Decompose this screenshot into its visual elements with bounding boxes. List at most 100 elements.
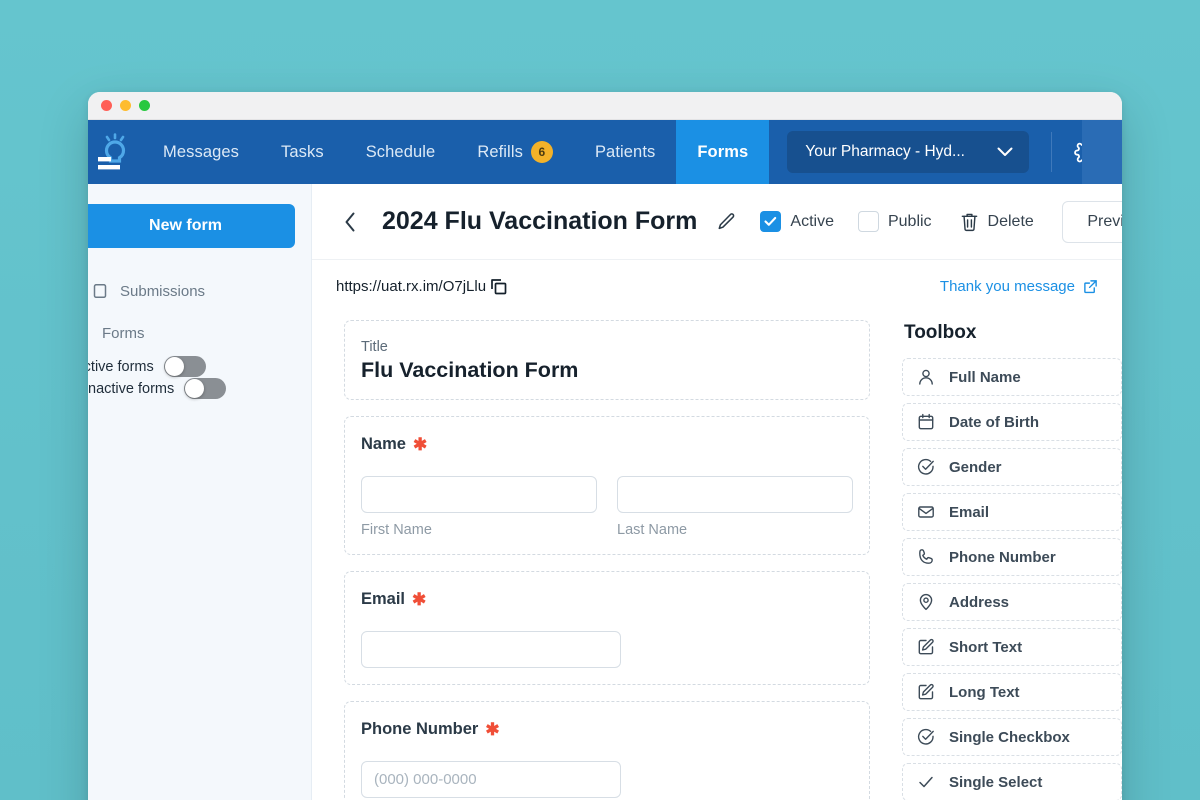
calendar-icon [917, 413, 935, 431]
toggle-row-active-forms[interactable]: Active forms [88, 356, 311, 377]
toggle-row-inactive-forms[interactable]: Inactive forms [88, 378, 311, 399]
toolbox-item-label: Phone Number [949, 548, 1056, 566]
toolbox-item-email[interactable]: Email [902, 493, 1122, 531]
nav-items: Messages Tasks Schedule Refills 6 Patien… [142, 120, 770, 184]
back-button[interactable] [336, 208, 364, 236]
toolbox-item-label: Single Select [949, 773, 1043, 791]
toolbox-item-label: Address [949, 593, 1010, 611]
toolbox-item-short-text[interactable]: Short Text [902, 628, 1122, 666]
public-checkbox-group[interactable]: Public [857, 211, 932, 232]
main-content: 2024 Flu Vaccination Form Active Public … [312, 184, 1122, 800]
nav-item-label: Refills [477, 142, 523, 161]
form-header: 2024 Flu Vaccination Form Active Public … [312, 184, 1122, 260]
last-name-sub-label: Last Name [617, 522, 688, 538]
sidebar: New form Submissions Forms Active forms [88, 184, 312, 800]
toolbox-item-label: Long Text [949, 683, 1020, 701]
last-name-field: Last Name [617, 476, 853, 538]
page-title: 2024 Flu Vaccination Form [382, 207, 698, 235]
active-forms-toggle[interactable] [163, 356, 206, 377]
nav-item-label: Forms [697, 142, 749, 161]
nav-item-label: Schedule [365, 142, 436, 161]
form-canvas: Title Flu Vaccination Form Name ✱ First … [312, 312, 894, 800]
toolbox-item-label: Short Text [949, 638, 1023, 656]
toolbox-title: Toolbox [904, 322, 977, 343]
window-minimize-button[interactable] [120, 100, 131, 111]
active-checkbox[interactable] [760, 211, 782, 232]
active-checkbox-group[interactable]: Active [760, 211, 834, 232]
toolbox-item-label: Date of Birth [949, 413, 1039, 431]
form-title-card[interactable]: Title Flu Vaccination Form [344, 320, 870, 400]
public-checkbox-label: Public [887, 212, 932, 230]
form-title-card-label: Title [361, 339, 388, 355]
toolbox-item-long-text[interactable]: Long Text [902, 673, 1122, 711]
nav-item-label: Messages [163, 142, 240, 161]
nav-item-messages[interactable]: Messages [142, 120, 260, 184]
form-url-bar: https://uat.rx.im/O7jLlu Thank you messa… [312, 260, 1122, 312]
field-label-text: Email [361, 590, 406, 608]
sidebar-section-label: Forms [102, 324, 145, 342]
chevron-down-icon [997, 147, 1013, 157]
edit-square-icon [917, 638, 935, 656]
check-circle-icon [917, 458, 935, 476]
toolbox-item-full-name[interactable]: Full Name [902, 358, 1122, 396]
map-pin-icon [917, 593, 935, 611]
field-label-text: Name [361, 435, 406, 453]
nav-item-forms[interactable]: Forms [676, 120, 770, 184]
edit-square-icon [917, 683, 935, 701]
toolbox-item-single-select[interactable]: Single Select [902, 763, 1122, 800]
toggle-label-inactive-forms: Inactive forms [88, 380, 175, 397]
toolbox-item-address[interactable]: Address [902, 583, 1122, 621]
check-circle-icon [917, 728, 935, 746]
delete-button[interactable]: Delete [960, 212, 1034, 232]
toolbox-item-phone-number[interactable]: Phone Number [902, 538, 1122, 576]
toolbox-item-date-of-birth[interactable]: Date of Birth [902, 403, 1122, 441]
inactive-forms-toggle[interactable] [184, 378, 227, 399]
field-label-email: Email ✱ [361, 590, 853, 609]
first-name-sub-label: First Name [361, 522, 432, 538]
field-label-name: Name ✱ [361, 435, 853, 454]
screen-background: Messages Tasks Schedule Refills 6 Patien… [0, 0, 1200, 800]
nav-right-group: Your Pharmacy - Hyd... [769, 120, 1122, 184]
form-field-name[interactable]: Name ✱ First Name Last Name [344, 416, 870, 555]
nav-divider [1051, 132, 1053, 172]
toolbox-panel: Toolbox Full Name Date of Birth Gender E… [894, 312, 1122, 800]
window-maximize-button[interactable] [139, 100, 150, 111]
nav-item-refills[interactable]: Refills 6 [456, 120, 574, 184]
sidebar-item-label: Submissions [120, 282, 206, 300]
public-checkbox[interactable] [857, 211, 879, 232]
new-form-button-label: New form [149, 217, 222, 234]
last-name-input[interactable] [617, 476, 853, 513]
edit-title-button[interactable] [717, 212, 736, 231]
window-close-button[interactable] [101, 100, 112, 111]
thank-you-message-label: Thank you message [939, 277, 1075, 295]
top-navigation-bar: Messages Tasks Schedule Refills 6 Patien… [88, 120, 1122, 184]
brand-logo[interactable] [88, 120, 142, 184]
required-asterisk-icon: ✱ [412, 590, 427, 609]
pharmacy-selector[interactable]: Your Pharmacy - Hyd... [787, 131, 1030, 173]
copy-url-button[interactable] [488, 276, 509, 297]
first-name-input[interactable] [361, 476, 597, 513]
toolbox-item-label: Gender [949, 458, 1002, 476]
nav-item-patients[interactable]: Patients [574, 120, 676, 184]
email-input[interactable] [361, 631, 621, 668]
form-field-phone[interactable]: Phone Number ✱ (000) 000-0000 [344, 701, 870, 800]
preview-button[interactable]: Preview [1061, 200, 1122, 243]
form-builder: Title Flu Vaccination Form Name ✱ First … [312, 312, 1122, 800]
toolbox-item-gender[interactable]: Gender [902, 448, 1122, 486]
delete-button-label: Delete [987, 212, 1034, 230]
nav-item-label: Patients [594, 142, 656, 161]
toolbox-item-single-checkbox[interactable]: Single Checkbox [902, 718, 1122, 756]
phone-input[interactable]: (000) 000-0000 [361, 761, 621, 798]
toolbox-item-label: Full Name [949, 368, 1021, 386]
external-link-icon [1083, 279, 1098, 294]
envelope-icon [917, 503, 935, 521]
new-form-button[interactable]: New form [88, 204, 295, 248]
form-title-card-value: Flu Vaccination Form [361, 358, 579, 382]
chevron-left-icon [344, 212, 356, 232]
nav-item-schedule[interactable]: Schedule [345, 120, 457, 184]
form-field-email[interactable]: Email ✱ [344, 571, 870, 685]
thank-you-message-link[interactable]: Thank you message [940, 278, 1122, 295]
nav-item-tasks[interactable]: Tasks [260, 120, 345, 184]
sidebar-item-submissions[interactable]: Submissions [88, 274, 311, 308]
nav-item-label: Tasks [281, 142, 324, 161]
